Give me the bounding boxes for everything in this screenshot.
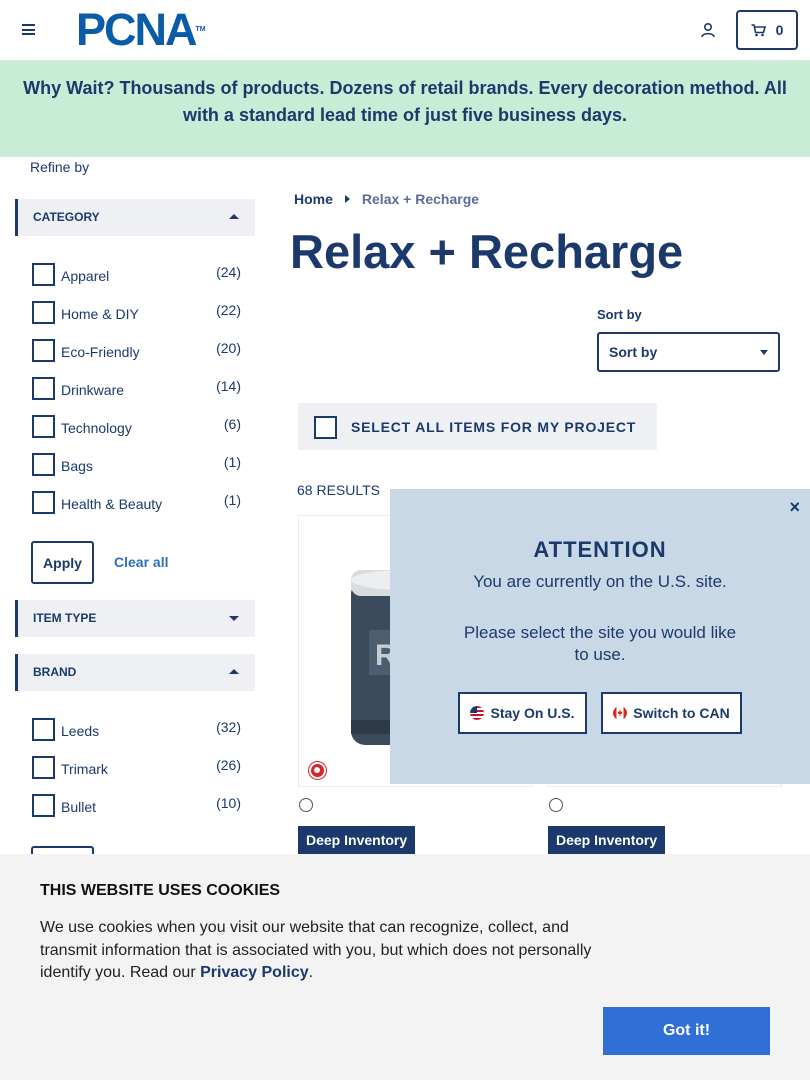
option-label: Apparel: [61, 268, 110, 284]
option-count: (6): [223, 416, 241, 432]
breadcrumb: Home Relax + Recharge: [294, 191, 479, 207]
user-icon[interactable]: [701, 22, 715, 38]
select-all-label: SELECT ALL ITEMS FOR MY PROJECT: [351, 419, 637, 435]
menu-icon[interactable]: [22, 24, 35, 35]
compare-radio[interactable]: [549, 798, 563, 812]
cookie-text-end: .: [308, 964, 314, 981]
option-label: Trimark: [61, 761, 108, 777]
checkbox[interactable]: [32, 339, 55, 362]
category-option-technology[interactable]: Technology (6): [32, 415, 244, 439]
checkbox[interactable]: [32, 377, 55, 400]
category-option-drinkware[interactable]: Drinkware (14): [32, 377, 244, 401]
canada-flag-icon: [613, 706, 628, 720]
cart-count: 0: [775, 22, 784, 38]
modal-message-site: You are currently on the U.S. site.: [473, 572, 727, 591]
option-label: Bags: [61, 458, 93, 474]
option-label: Home & DIY: [61, 306, 139, 322]
caret-up-icon: [229, 669, 239, 674]
apply-button[interactable]: Apply: [31, 541, 94, 584]
checkbox[interactable]: [32, 263, 55, 286]
got-it-button[interactable]: Got it!: [603, 1007, 770, 1055]
deep-inventory-badge: Deep Inventory: [548, 826, 666, 854]
results-count: 68 RESULTS: [297, 482, 380, 498]
brand-option-leeds[interactable]: Leeds (32): [32, 718, 244, 742]
option-count: (10): [216, 795, 241, 811]
option-count: (20): [216, 340, 241, 356]
modal-title: ATTENTION: [533, 537, 667, 562]
breadcrumb-current: Relax + Recharge: [361, 191, 480, 207]
option-label: Technology: [61, 420, 132, 436]
facet-item-type-header[interactable]: ITEM TYPE: [15, 600, 255, 637]
select-all-checkbox[interactable]: [314, 416, 337, 439]
sort-select[interactable]: Sort by: [597, 332, 780, 372]
privacy-policy-link[interactable]: Privacy Policy: [200, 964, 309, 981]
cart-button[interactable]: 0: [736, 10, 798, 50]
pcna-logo[interactable]: PCNATM: [76, 7, 206, 52]
logo-tm: TM: [195, 26, 206, 33]
checkbox[interactable]: [32, 415, 55, 438]
site-select-modal: × ATTENTION You are currently on the U.S…: [390, 489, 810, 784]
facet-brand-header[interactable]: BRAND: [15, 654, 255, 691]
deep-inventory-badge: Deep Inventory: [298, 826, 416, 854]
caret-up-icon: [229, 214, 239, 219]
facet-item-type-title: ITEM TYPE: [33, 611, 97, 625]
chevron-down-icon: [760, 350, 768, 355]
checkbox[interactable]: [32, 453, 55, 476]
cookie-title: THIS WEBSITE USES COOKIES: [40, 882, 281, 899]
checkbox[interactable]: [32, 756, 55, 779]
facet-category-header[interactable]: CATEGORY: [15, 199, 255, 236]
cart-icon: [751, 23, 766, 36]
color-swatch[interactable]: [309, 762, 326, 779]
compare-radio[interactable]: [299, 798, 313, 812]
close-icon[interactable]: ×: [789, 497, 800, 518]
option-label: Leeds: [61, 723, 100, 739]
page-title: Relax + Recharge: [290, 225, 684, 278]
select-all-items[interactable]: SELECT ALL ITEMS FOR MY PROJECT: [298, 403, 657, 450]
clear-all-link[interactable]: Clear all: [114, 554, 168, 570]
option-count: (22): [216, 302, 241, 318]
checkbox[interactable]: [32, 718, 55, 741]
option-label: Eco-Friendly: [61, 344, 140, 360]
category-option-health-beauty[interactable]: Health & Beauty (1): [32, 491, 244, 515]
cookie-banner: THIS WEBSITE USES COOKIES We use cookies…: [0, 854, 810, 1080]
option-count: (32): [216, 719, 241, 735]
category-option-eco-friendly[interactable]: Eco-Friendly (20): [32, 339, 244, 363]
sort-select-value: Sort by: [609, 344, 658, 360]
promo-banner-text: Why Wait? Thousands of products. Dozens …: [23, 78, 787, 125]
stay-on-us-label: Stay On U.S.: [490, 705, 575, 721]
cookie-text-block: We use cookies when you visit our websit…: [40, 917, 600, 985]
cookie-text: We use cookies when you visit our websit…: [40, 919, 592, 981]
chevron-right-icon: [344, 195, 350, 203]
switch-to-can-button[interactable]: Switch to CAN: [601, 692, 742, 734]
logo-text: PCNA: [76, 4, 198, 55]
refine-by-label: Refine by: [30, 159, 90, 175]
option-label: Drinkware: [61, 382, 125, 398]
option-count: (14): [216, 378, 241, 394]
checkbox[interactable]: [32, 491, 55, 514]
sort-label: Sort by: [597, 307, 642, 322]
brand-option-trimark[interactable]: Trimark (26): [32, 756, 244, 780]
checkbox[interactable]: [32, 794, 55, 817]
caret-down-icon: [229, 616, 239, 621]
option-label: Health & Beauty: [61, 496, 163, 512]
checkbox[interactable]: [32, 301, 55, 324]
option-count: (26): [216, 757, 241, 773]
category-option-apparel[interactable]: Apparel (24): [32, 263, 244, 287]
option-label: Bullet: [61, 799, 97, 815]
facet-brand-title: BRAND: [33, 665, 77, 679]
category-option-bags[interactable]: Bags (1): [32, 453, 244, 477]
breadcrumb-home[interactable]: Home: [294, 191, 333, 207]
option-count: (1): [223, 492, 241, 508]
promo-banner: Why Wait? Thousands of products. Dozens …: [0, 61, 810, 157]
site-header: PCNATM 0: [0, 0, 810, 61]
stay-on-us-button[interactable]: Stay On U.S.: [458, 692, 587, 734]
facet-category-title: CATEGORY: [33, 210, 100, 224]
category-option-home-diy[interactable]: Home & DIY (22): [32, 301, 244, 325]
option-count: (24): [216, 264, 241, 280]
brand-option-bullet[interactable]: Bullet (10): [32, 794, 244, 818]
switch-to-can-label: Switch to CAN: [633, 705, 730, 721]
modal-message-select: Please select the site you would like to…: [463, 623, 737, 664]
option-count: (1): [223, 454, 241, 470]
us-flag-icon: [470, 706, 485, 720]
